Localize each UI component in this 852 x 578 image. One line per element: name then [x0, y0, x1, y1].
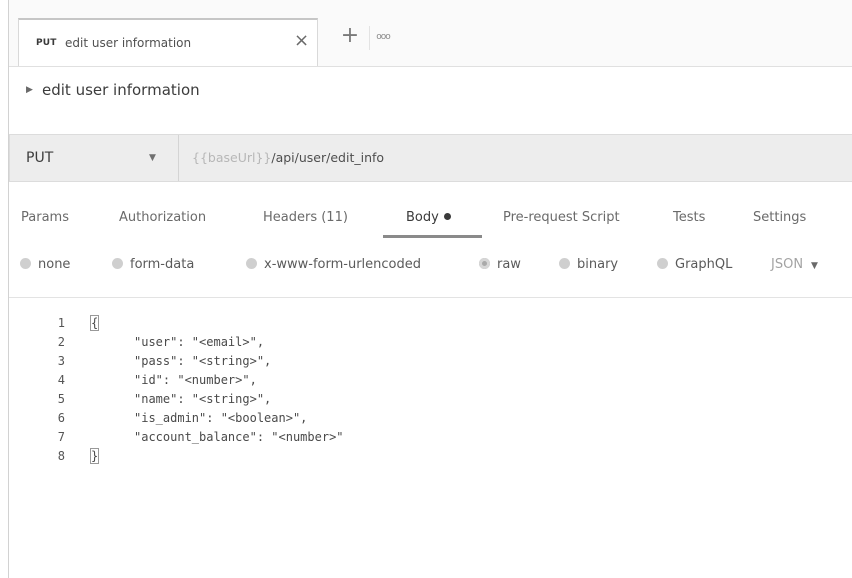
request-name[interactable]: edit user information [42, 81, 200, 99]
code-line: { [89, 314, 344, 333]
radio-circle-icon [20, 258, 31, 269]
line-number: 4 [57, 373, 65, 387]
radio-circle-icon [112, 258, 123, 269]
method-dropdown[interactable]: PUT ▼ [10, 135, 178, 181]
code-line: "name": "<string>", [134, 392, 272, 406]
divider [9, 297, 852, 298]
caret-right-icon[interactable]: ▶ [26, 85, 33, 95]
close-icon[interactable]: × [294, 30, 309, 52]
chevron-down-icon: ▼ [811, 261, 818, 271]
open-brace: { [89, 315, 100, 331]
tab-settings[interactable]: Settings [753, 210, 806, 225]
more-options-icon[interactable]: ooo [369, 26, 396, 50]
radio-binary[interactable]: binary [559, 257, 618, 272]
radio-selected-icon [479, 258, 490, 269]
url-bar: PUT ▼ {{baseUrl}}/api/user/edit_info [9, 134, 852, 182]
code-line: "account_balance": "<number>" [134, 430, 344, 444]
radio-label: x-www-form-urlencoded [264, 257, 422, 272]
modified-dot-icon [443, 213, 451, 220]
request-tabs: Params Authorization Headers (11) Body P… [9, 200, 852, 240]
code-line: "user": "<email>", [134, 335, 265, 349]
format-label: JSON [771, 257, 804, 272]
radio-label: binary [577, 257, 619, 272]
line-number: 7 [57, 430, 65, 444]
chevron-down-icon: ▼ [149, 153, 156, 163]
tab-body-label: Body [406, 210, 439, 225]
line-number: 5 [57, 392, 65, 406]
code-line: } [89, 447, 344, 466]
tab-authorization[interactable]: Authorization [119, 210, 206, 225]
radio-x-www-form-urlencoded[interactable]: x-www-form-urlencoded [246, 257, 421, 272]
radio-label: raw [497, 257, 521, 272]
tab-strip: PUT edit user information × + ooo [9, 0, 852, 66]
radio-raw[interactable]: raw [479, 257, 521, 272]
request-tab[interactable]: PUT edit user information × [18, 18, 318, 66]
radio-form-data[interactable]: form-data [112, 257, 194, 272]
code-content: { "user": "<email>", "pass": "<string>",… [89, 314, 344, 466]
radio-label: none [38, 257, 71, 272]
line-number: 6 [57, 411, 65, 425]
line-number: 8 [57, 449, 65, 463]
code-line: "id": "<number>", [134, 373, 257, 387]
tab-body[interactable]: Body [406, 210, 451, 225]
body-type-options: none form-data x-www-form-urlencoded raw… [9, 248, 852, 288]
url-input[interactable]: {{baseUrl}}/api/user/edit_info [178, 135, 852, 181]
tab-pre-request-script[interactable]: Pre-request Script [503, 210, 620, 225]
close-brace: } [89, 448, 100, 464]
new-tab-plus-icon[interactable]: + [334, 24, 366, 52]
code-line: "is_admin": "<boolean>", [134, 411, 308, 425]
method-label: PUT [26, 150, 54, 166]
active-tab-underline [383, 235, 482, 238]
radio-graphql[interactable]: GraphQL [657, 257, 732, 272]
code-editor[interactable]: 1 2 3 4 5 6 7 8 { "user": "<email>", "pa… [9, 306, 852, 578]
line-number-gutter: 1 2 3 4 5 6 7 8 [9, 314, 69, 466]
radio-circle-icon [246, 258, 257, 269]
radio-label: GraphQL [675, 257, 733, 272]
code-line: "pass": "<string>", [134, 354, 272, 368]
radio-circle-icon [657, 258, 668, 269]
url-variable: {{baseUrl}} [192, 150, 272, 165]
line-number: 1 [57, 316, 65, 330]
tab-headers[interactable]: Headers (11) [263, 210, 348, 225]
radio-label: form-data [130, 257, 195, 272]
tab-params[interactable]: Params [21, 210, 69, 225]
tab-method-badge: PUT [36, 38, 57, 48]
url-text: {{baseUrl}}/api/user/edit_info [192, 150, 384, 165]
radio-none[interactable]: none [20, 257, 70, 272]
line-number: 3 [57, 354, 65, 368]
url-path: /api/user/edit_info [271, 150, 385, 165]
request-header: ▶ edit user information [9, 66, 852, 115]
tab-tests[interactable]: Tests [673, 210, 705, 225]
tab-title: edit user information [65, 36, 192, 50]
format-dropdown[interactable]: JSON ▼ [771, 257, 818, 272]
radio-circle-icon [559, 258, 570, 269]
line-number: 2 [57, 335, 65, 349]
